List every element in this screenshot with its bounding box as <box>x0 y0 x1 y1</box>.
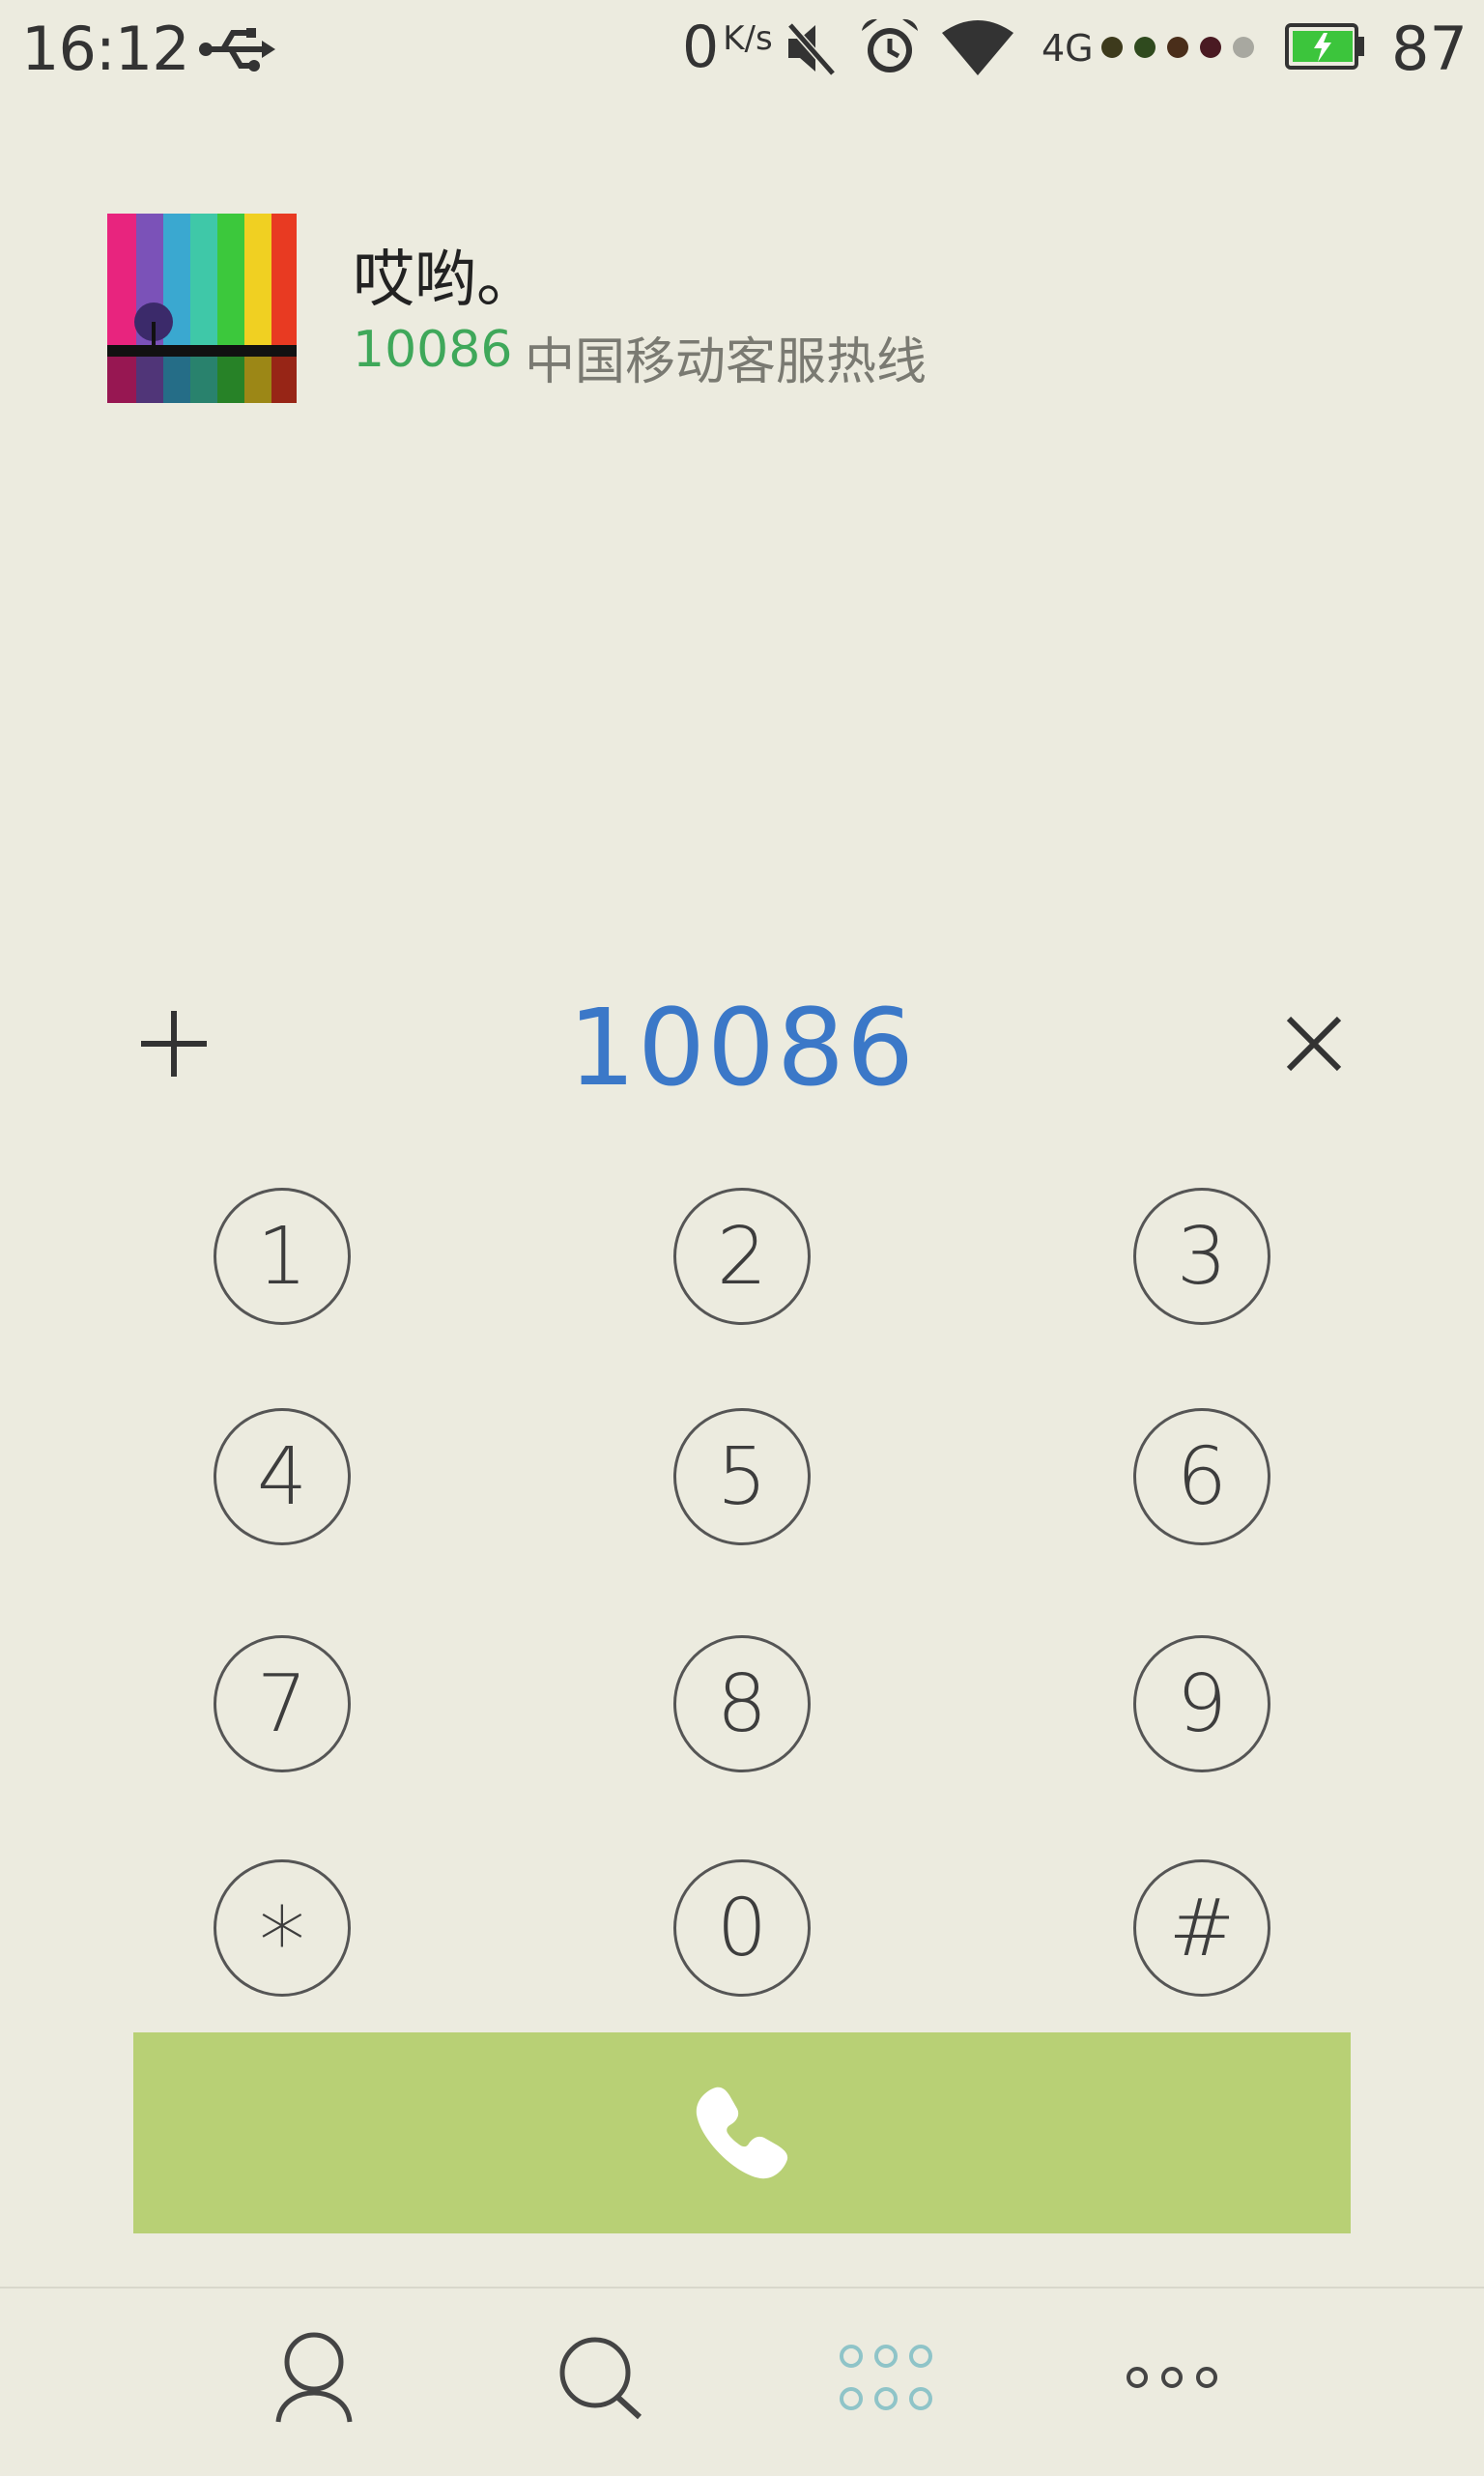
key-7[interactable]: 7 <box>214 1635 351 1772</box>
key-0[interactable]: 0 <box>673 1859 811 1997</box>
dialed-number[interactable]: 10086 <box>0 986 1484 1109</box>
key-3[interactable]: 3 <box>1133 1188 1270 1325</box>
close-icon[interactable] <box>1275 1005 1353 1082</box>
key-1[interactable]: 1 <box>214 1188 351 1325</box>
more-icon <box>1127 2367 1217 2388</box>
call-button[interactable] <box>133 2032 1351 2233</box>
key-8[interactable]: 8 <box>673 1635 811 1772</box>
search-icon <box>559 2337 642 2420</box>
key-2[interactable]: 2 <box>673 1188 811 1325</box>
signal-dot <box>1167 37 1188 58</box>
signal-strength <box>1101 37 1266 62</box>
nav-more[interactable] <box>1119 2324 1225 2431</box>
network-type: 4G <box>1042 27 1094 70</box>
signal-dot <box>1200 37 1221 58</box>
dialpad-icon <box>840 2345 932 2410</box>
wifi-icon <box>942 20 1013 75</box>
key-4[interactable]: 4 <box>214 1408 351 1545</box>
phone-icon <box>696 2087 788 2179</box>
status-bar: 16:12 0 K/s 4G 87 <box>0 0 1484 97</box>
key-star[interactable]: * <box>214 1859 351 1997</box>
nav-dialpad[interactable] <box>833 2324 939 2431</box>
key-6[interactable]: 6 <box>1133 1408 1270 1545</box>
net-speed: 0 K/s <box>682 14 773 81</box>
contact-label: 中国移动客服热线 <box>525 333 928 391</box>
battery-icon <box>1285 23 1364 70</box>
contacts-icon <box>275 2332 353 2423</box>
signal-dot <box>1233 37 1254 58</box>
alarm-icon <box>862 18 918 72</box>
nav-search[interactable] <box>547 2324 653 2431</box>
mute-icon <box>785 20 836 76</box>
status-time: 16:12 <box>21 14 190 84</box>
contact-number: 10086 <box>353 321 513 379</box>
contact-avatar <box>107 214 297 403</box>
key-hash[interactable]: # <box>1133 1859 1270 1997</box>
key-9[interactable]: 9 <box>1133 1635 1270 1772</box>
signal-dot <box>1101 37 1123 58</box>
bottom-nav <box>0 2287 1484 2476</box>
signal-dot <box>1134 37 1156 58</box>
battery-level: 87 <box>1391 14 1468 84</box>
contact-name: 哎哟。 <box>353 245 538 316</box>
key-5[interactable]: 5 <box>673 1408 811 1545</box>
usb-icon <box>199 28 275 72</box>
nav-contacts[interactable] <box>261 2324 367 2431</box>
